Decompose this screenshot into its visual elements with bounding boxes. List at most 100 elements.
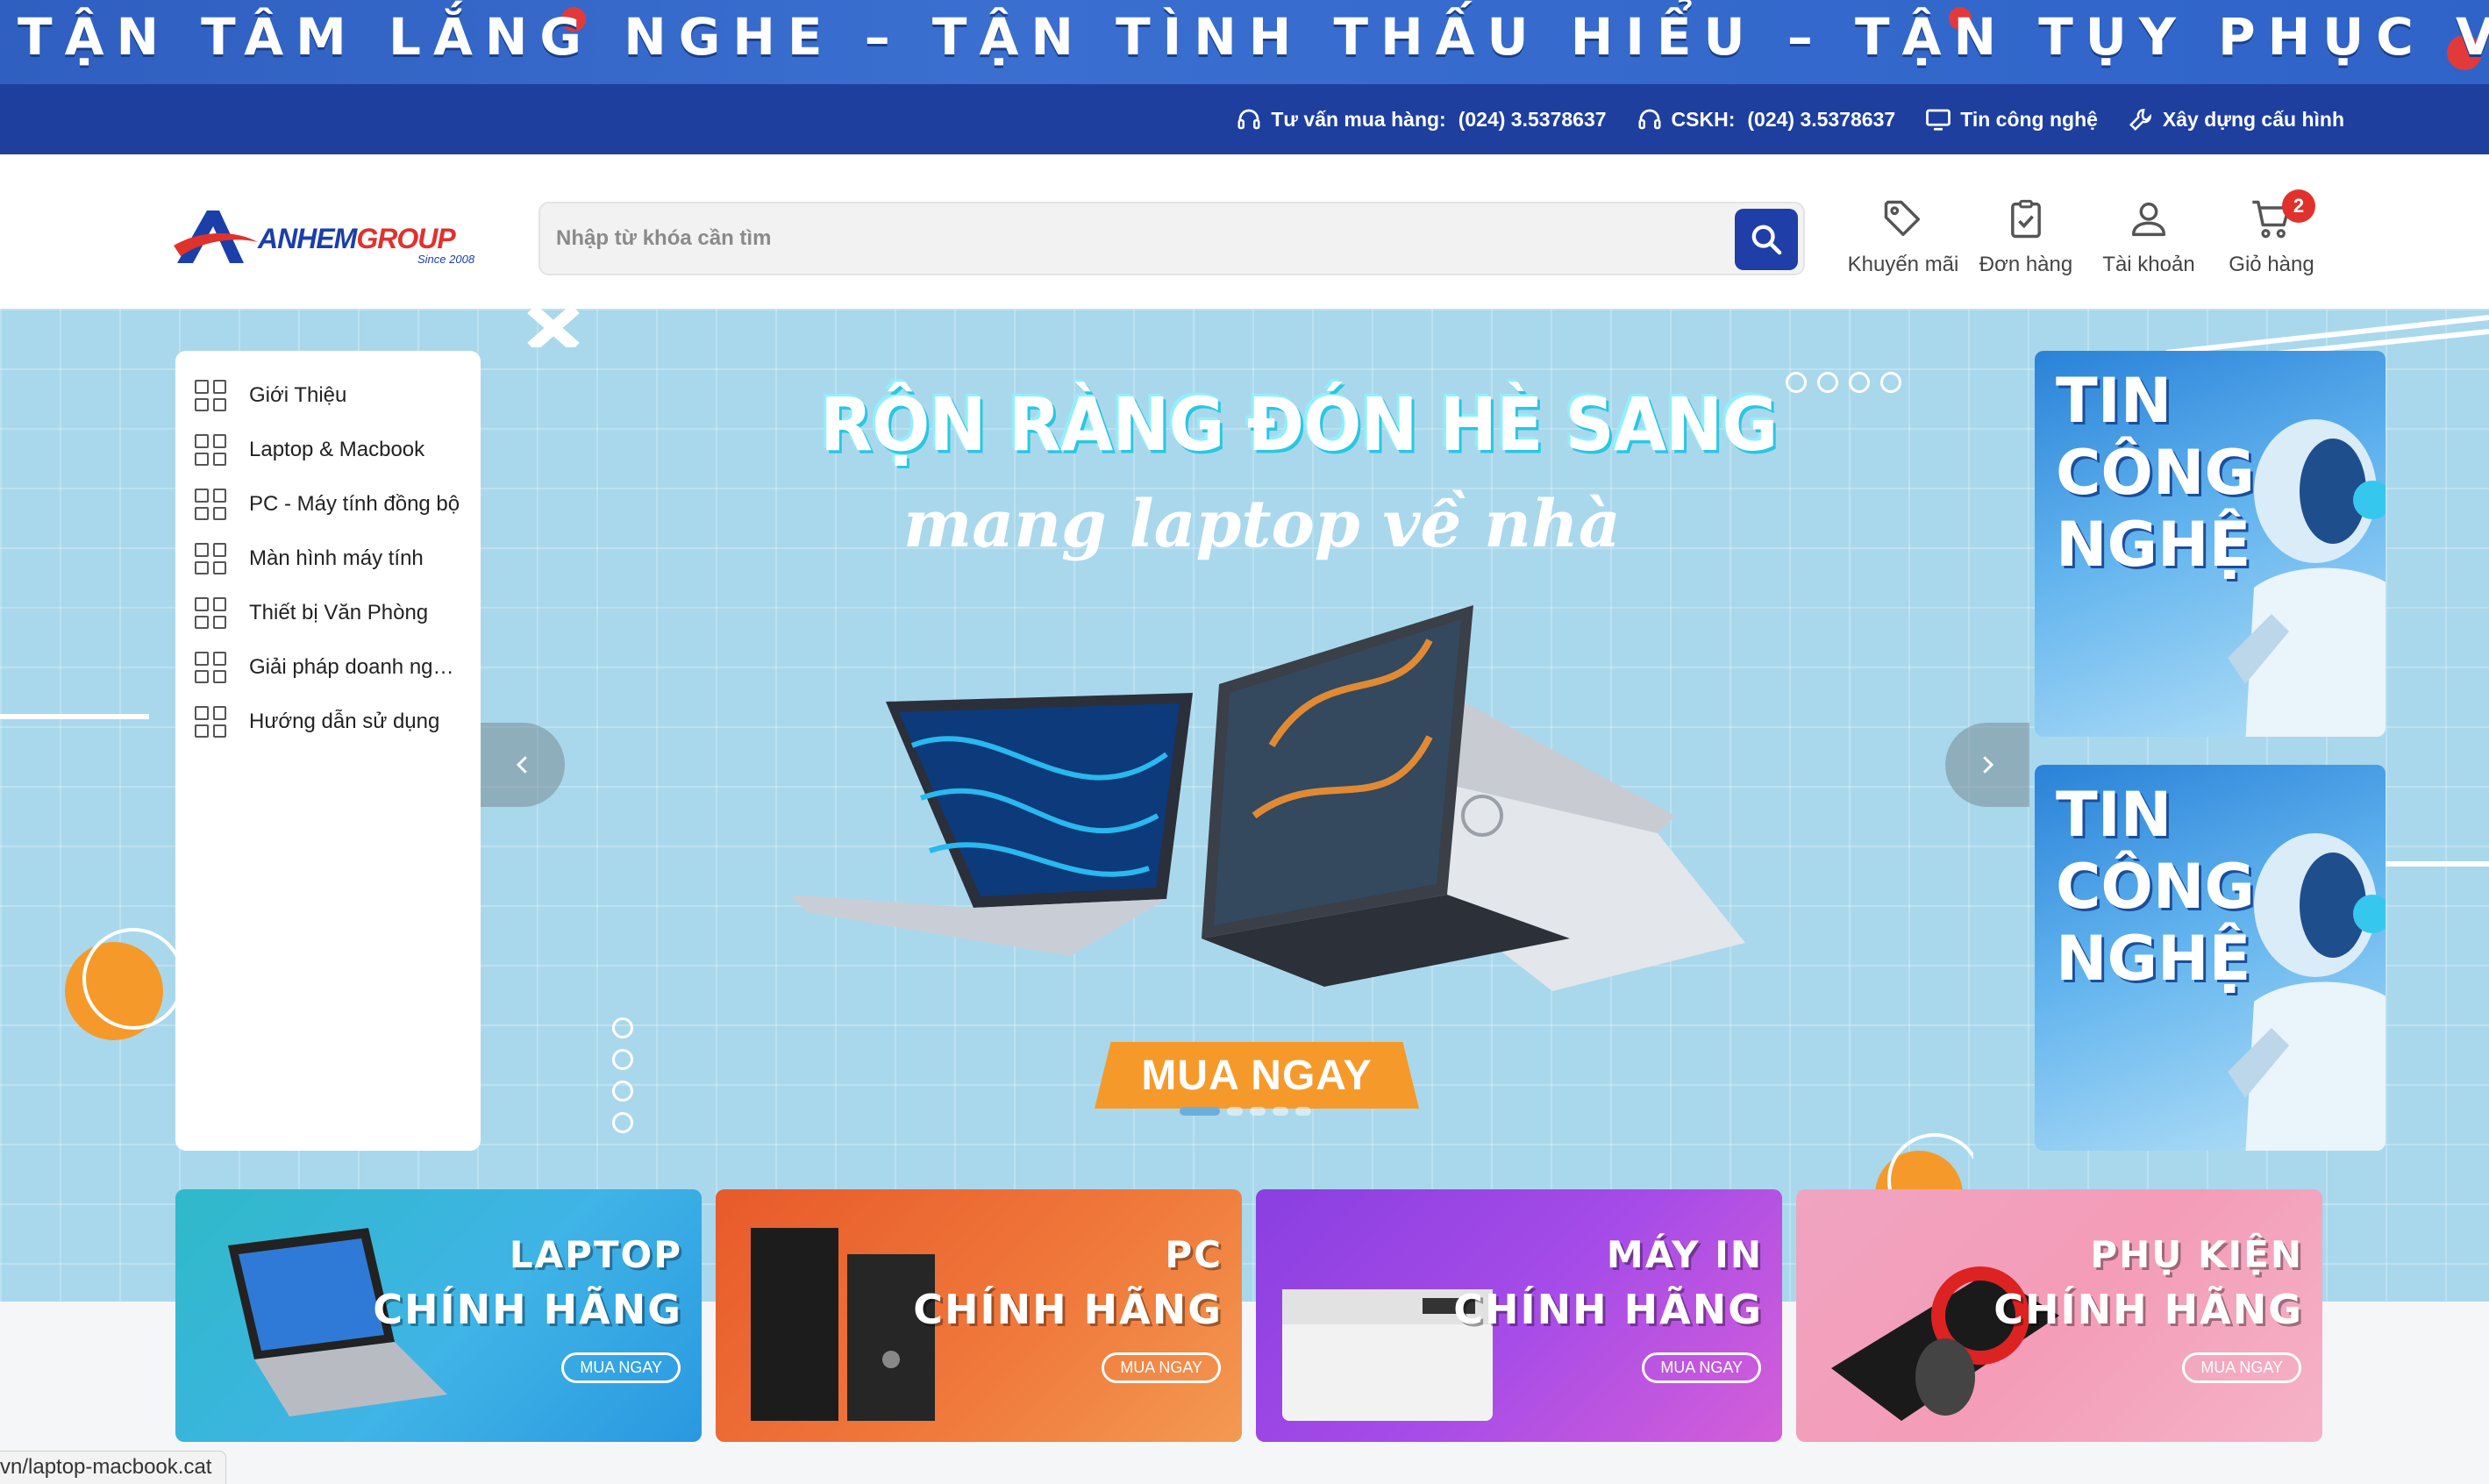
- account-link[interactable]: Tài khoản: [2087, 196, 2210, 277]
- category-label: Thiết bị Văn Phòng: [249, 601, 429, 624]
- slide-indicator[interactable]: [1180, 1107, 1311, 1116]
- sales-label: Tư vấn mua hàng:: [1271, 107, 1446, 131]
- category-item[interactable]: Hướng dẫn sử dụng: [175, 695, 481, 749]
- search-input[interactable]: [556, 203, 1696, 274]
- decor-dots: [612, 1017, 633, 1133]
- tech-news-promo-card[interactable]: TIN CÔNG NGHỆ: [2035, 765, 2386, 1151]
- grid-icon: [195, 434, 226, 466]
- slide-dot[interactable]: [1273, 1107, 1288, 1116]
- category-label: Giới Thiệu: [249, 383, 347, 407]
- build-pc-link[interactable]: Xây dựng cấu hình: [2128, 106, 2344, 132]
- cart-link[interactable]: Giỏ hàng 2: [2210, 189, 2333, 277]
- banner-buy-button[interactable]: MUA NGAY: [2182, 1352, 2301, 1383]
- cart-count-badge: 2: [2282, 189, 2315, 223]
- grid-icon: [195, 706, 226, 738]
- chevron-left-icon: [516, 756, 527, 774]
- tech-news-label: Tin công nghệ: [1960, 107, 2098, 131]
- promo-card-line: NGHỆ: [2056, 923, 2251, 995]
- cskh-hotline[interactable]: CSKH: (024) 3.5378637: [1637, 106, 1895, 132]
- grid-icon: [195, 489, 226, 520]
- promo-card-line: TIN: [2056, 365, 2172, 437]
- decor-dots: [1786, 372, 1901, 393]
- slide-dot[interactable]: [1295, 1107, 1311, 1116]
- wrench-icon: [2129, 109, 2151, 132]
- slide-subtitle: mang laptop về nhà: [903, 487, 1621, 562]
- category-item[interactable]: Giới Thiệu: [175, 368, 481, 423]
- category-item[interactable]: PC - Máy tính đồng bộ: [175, 477, 481, 532]
- category-label: PC - Máy tính đồng bộ: [249, 492, 460, 516]
- slide-title: RỘN RÀNG ĐÓN HÈ SANG: [820, 382, 1778, 468]
- header-actions: Khuyến mãi Đơn hàng Tài khoản Giỏ hàng 2: [1842, 189, 2333, 277]
- chevron-right-icon: [1983, 756, 1994, 774]
- tag-icon: [1884, 200, 1921, 237]
- printer-image: [1282, 1289, 1493, 1421]
- headset-icon: [1237, 109, 1260, 130]
- category-label: Laptop & Macbook: [249, 438, 425, 461]
- banner-subtitle: CHÍNH HÃNG: [373, 1286, 682, 1333]
- accessories-category-banner[interactable]: PHỤ KIỆN CHÍNH HÃNG MUA NGAY: [1796, 1189, 2322, 1442]
- slide-dot[interactable]: [1227, 1107, 1243, 1116]
- user-icon: [2131, 202, 2166, 237]
- sales-hotline[interactable]: Tư vấn mua hàng: (024) 3.5378637: [1236, 106, 1607, 132]
- category-item[interactable]: Thiết bị Văn Phòng: [175, 586, 481, 640]
- slide-dot[interactable]: [1250, 1107, 1266, 1116]
- logo-since: Since 2008: [417, 253, 475, 266]
- banner-subtitle: CHÍNH HÃNG: [913, 1286, 1223, 1333]
- tech-news-promo-card[interactable]: TIN CÔNG NGHỆ: [2035, 351, 2386, 737]
- pc-category-banner[interactable]: PC CHÍNH HÃNG MUA NGAY: [716, 1189, 1242, 1442]
- grid-icon: [195, 380, 226, 411]
- banner-subtitle: CHÍNH HÃNG: [1453, 1286, 1763, 1333]
- promo-link[interactable]: Khuyến mãi: [1842, 196, 1965, 277]
- banner-buy-button[interactable]: MUA NGAY: [1102, 1352, 1221, 1383]
- logo[interactable]: ANHEMGROUP Since 2008: [174, 207, 476, 267]
- logo-group: GROUP: [356, 223, 455, 254]
- category-item[interactable]: Màn hình máy tính: [175, 532, 481, 586]
- headset-icon: [1638, 109, 1661, 130]
- build-pc-label: Xây dựng cấu hình: [2162, 107, 2344, 131]
- buy-now-button[interactable]: MUA NGAY: [1095, 1042, 1419, 1109]
- logo-text: ANHEMGROUP: [258, 223, 456, 255]
- grid-icon: [195, 597, 226, 629]
- slogan-banner: TẬN TÂM LẮNG NGHE – TẬN TÌNH THẤU HIỂU –…: [0, 0, 2489, 84]
- clipboard-check-icon: [2011, 199, 2041, 239]
- orders-label: Đơn hàng: [1979, 253, 2073, 276]
- promo-card-line: CÔNG: [2056, 851, 2255, 923]
- promo-card-line: TIN: [2056, 779, 2172, 851]
- tech-news-link[interactable]: Tin công nghệ: [1925, 106, 2098, 132]
- printer-category-banner[interactable]: MÁY IN CHÍNH HÃNG MUA NGAY: [1256, 1189, 1782, 1442]
- banner-subtitle: CHÍNH HÃNG: [1993, 1286, 2303, 1333]
- account-label: Tài khoản: [2102, 253, 2195, 276]
- category-item[interactable]: Giải pháp doanh ng…: [175, 640, 481, 695]
- slider-prev-button[interactable]: [481, 723, 565, 807]
- laptop-category-banner[interactable]: LAPTOP CHÍNH HÃNG MUA NGAY: [175, 1189, 702, 1442]
- banner-buy-button[interactable]: MUA NGAY: [561, 1352, 681, 1383]
- slide-dot[interactable]: [1180, 1107, 1220, 1116]
- slider-next-button[interactable]: [1945, 723, 2029, 807]
- promo-label: Khuyến mãi: [1847, 253, 1959, 276]
- laptops-image: [789, 605, 1745, 991]
- promo-card-line: CÔNG: [2056, 437, 2255, 509]
- orders-link[interactable]: Đơn hàng: [1965, 196, 2087, 277]
- banner-buy-button[interactable]: MUA NGAY: [1642, 1352, 1761, 1383]
- cskh-label: CSKH:: [1671, 107, 1736, 131]
- banner-title: PC: [1165, 1233, 1223, 1276]
- logo-anhem: ANHEM: [258, 223, 357, 254]
- search-bar: [538, 202, 1805, 275]
- category-label: Hướng dẫn sử dụng: [249, 710, 440, 733]
- decor-line: [0, 714, 149, 719]
- promo-card-title: TIN CÔNG NGHỆ: [2056, 365, 2255, 581]
- accessories-image: [1831, 1266, 2059, 1421]
- category-label: Giải pháp doanh ng…: [249, 655, 454, 679]
- banner-title: LAPTOP: [509, 1233, 682, 1276]
- promo-card-title: TIN CÔNG NGHỆ: [2056, 779, 2255, 995]
- banner-title: PHỤ KIỆN: [2090, 1233, 2303, 1276]
- grid-icon: [195, 652, 226, 683]
- cart-label: Giỏ hàng: [2229, 253, 2314, 276]
- utility-nav: Tư vấn mua hàng: (024) 3.5378637 CSKH: (…: [0, 84, 2489, 154]
- category-item[interactable]: Laptop & Macbook: [175, 423, 481, 477]
- site-header: ANHEMGROUP Since 2008 Khuyến mãi Đơn hàn…: [0, 154, 2489, 309]
- search-button[interactable]: [1735, 209, 1798, 270]
- monitor-icon: [1926, 109, 1951, 131]
- category-menu: Giới Thiệu Laptop & Macbook PC - Máy tính …: [175, 351, 481, 1151]
- search-icon: [1751, 225, 1782, 255]
